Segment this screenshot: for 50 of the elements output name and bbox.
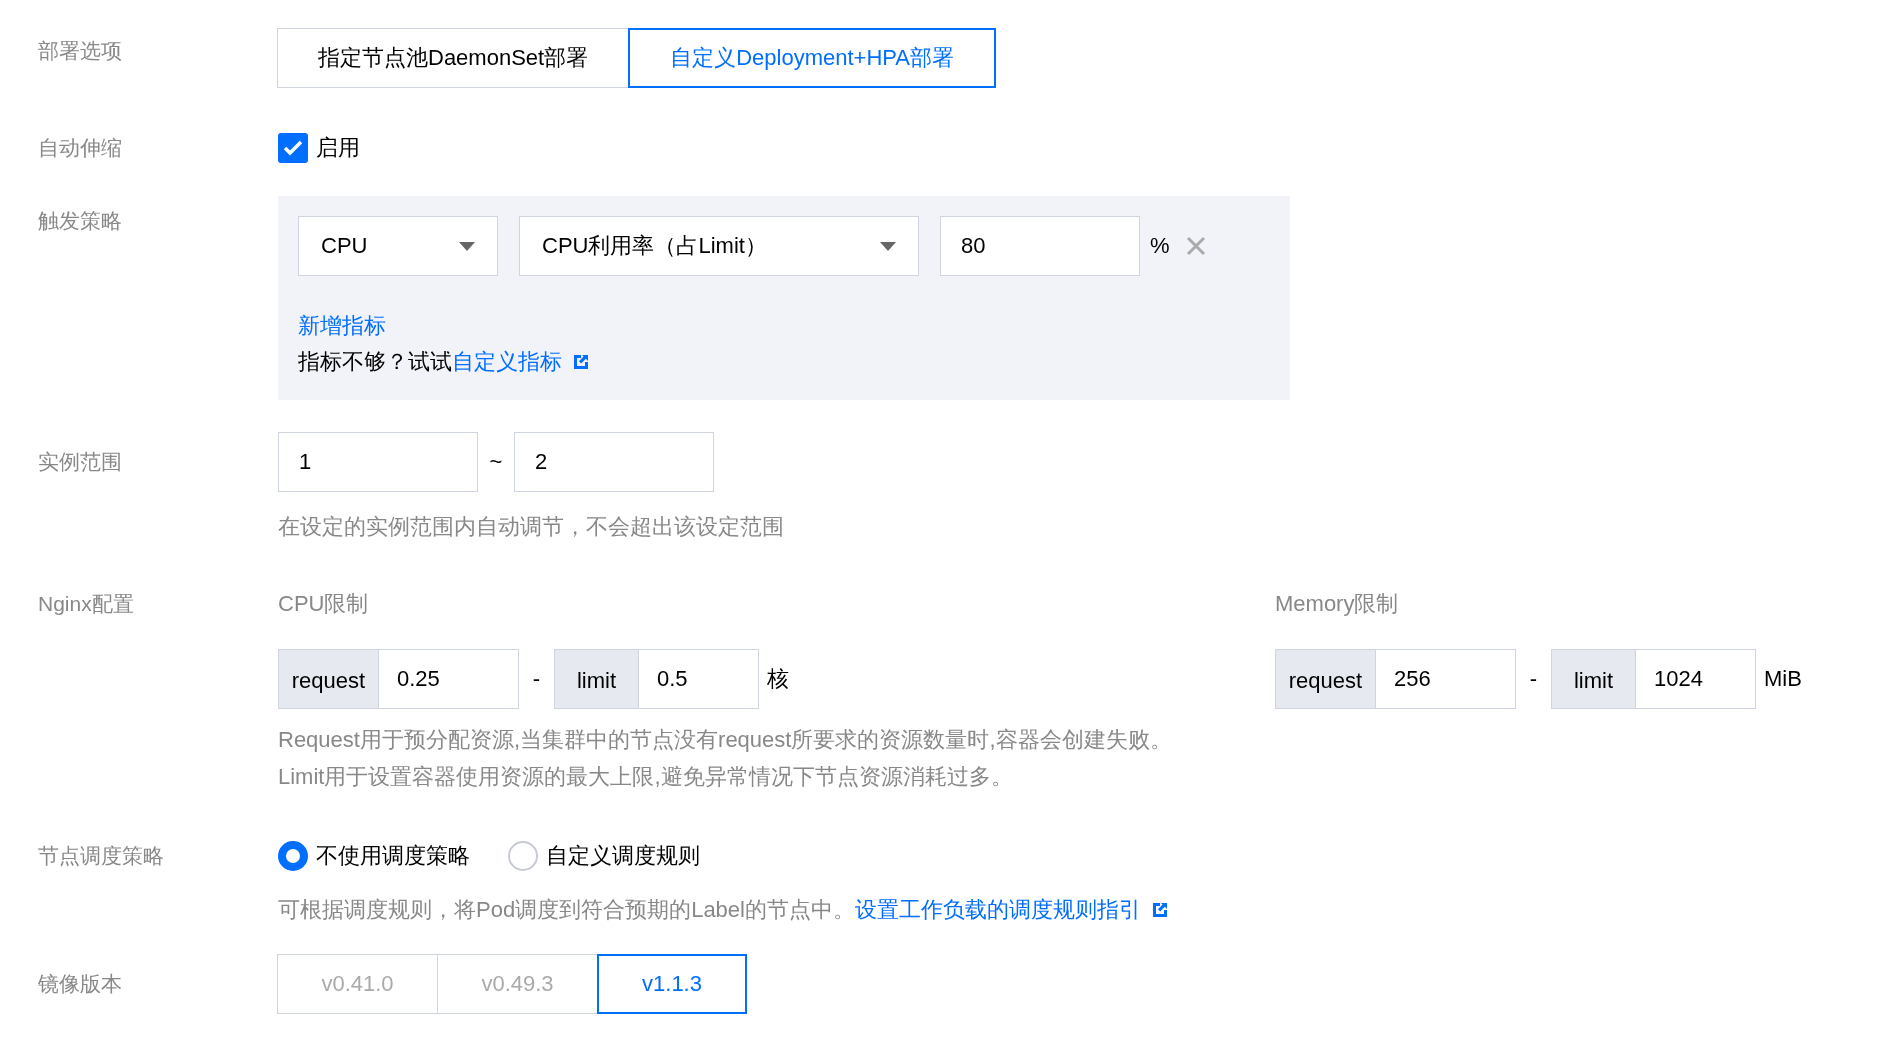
radio-label: 自定义调度规则: [546, 842, 700, 870]
unit-text: %: [1150, 233, 1170, 259]
field-label: 节点调度策略: [38, 843, 165, 869]
hint-text: Request用于预分配资源,当集群中的节点没有request所要求的资源数量时,容器会创建失败。: [278, 727, 1172, 752]
group-title: Memory限制: [1275, 590, 1400, 618]
range-separator: ~: [488, 449, 504, 475]
custom-metric-link[interactable]: 自定义指标: [452, 347, 562, 377]
request-addon-label: request: [278, 649, 379, 709]
hint-text: Limit用于设置容器使用资源的最大上限,避免异常情况下节点资源消耗过多。: [278, 764, 1013, 789]
group-title: CPU限制: [278, 590, 370, 618]
add-metric-link[interactable]: 新增指标: [298, 313, 386, 338]
field-label: 实例范围: [38, 449, 123, 475]
limit-addon-label: limit: [554, 649, 639, 709]
radio-label: 不使用调度策略: [316, 842, 470, 870]
hint-text: 指标不够？试试: [298, 348, 452, 376]
image-version-tab[interactable]: v1.1.3: [597, 954, 747, 1014]
radio-button[interactable]: [508, 841, 538, 871]
min-instances-input[interactable]: 1: [278, 432, 478, 492]
caret-icon: [880, 241, 896, 251]
limit-addon-label: limit: [1551, 649, 1636, 709]
request-input[interactable]: 256: [1376, 649, 1516, 709]
unit-text: 核: [767, 665, 789, 693]
unit-text: MiB: [1764, 666, 1802, 692]
threshold-input[interactable]: 80: [940, 216, 1140, 276]
radio-button[interactable]: [278, 841, 308, 871]
caret-icon: [459, 241, 475, 251]
max-instances-input[interactable]: 2: [514, 432, 714, 492]
deploy-option-tab[interactable]: 自定义Deployment+HPA部署: [628, 28, 997, 88]
limit-input[interactable]: 1024: [1636, 649, 1756, 709]
metric-dropdown[interactable]: CPU利用率（占Limit）: [519, 216, 919, 276]
limit-input[interactable]: 0.5: [639, 649, 759, 709]
check-icon: [283, 140, 303, 156]
field-label: 镜像版本: [38, 971, 123, 997]
field-label: 部署选项: [38, 38, 123, 64]
hint-text: 在设定的实例范围内自动调节，不会超出该设定范围: [278, 514, 784, 539]
range-separator: -: [531, 666, 542, 692]
external-link-icon[interactable]: [1151, 900, 1169, 919]
request-input[interactable]: 0.25: [379, 649, 519, 709]
field-label: 触发策略: [38, 208, 123, 234]
external-link-icon[interactable]: [572, 353, 590, 371]
range-separator: -: [1528, 666, 1539, 692]
checkbox[interactable]: [278, 133, 308, 163]
hint-text: 可根据调度规则，将Pod调度到符合预期的Label的节点中。: [278, 896, 855, 924]
metric-type-dropdown[interactable]: CPU: [298, 216, 498, 276]
deploy-option-tab[interactable]: 指定节点池DaemonSet部署: [277, 28, 630, 88]
scheduling-guide-link[interactable]: 设置工作负载的调度规则指引: [855, 891, 1141, 928]
request-addon-label: request: [1275, 649, 1376, 709]
checkbox-label: 启用: [316, 134, 360, 162]
field-label: Nginx配置: [38, 591, 135, 617]
field-label: 自动伸缩: [38, 135, 123, 161]
